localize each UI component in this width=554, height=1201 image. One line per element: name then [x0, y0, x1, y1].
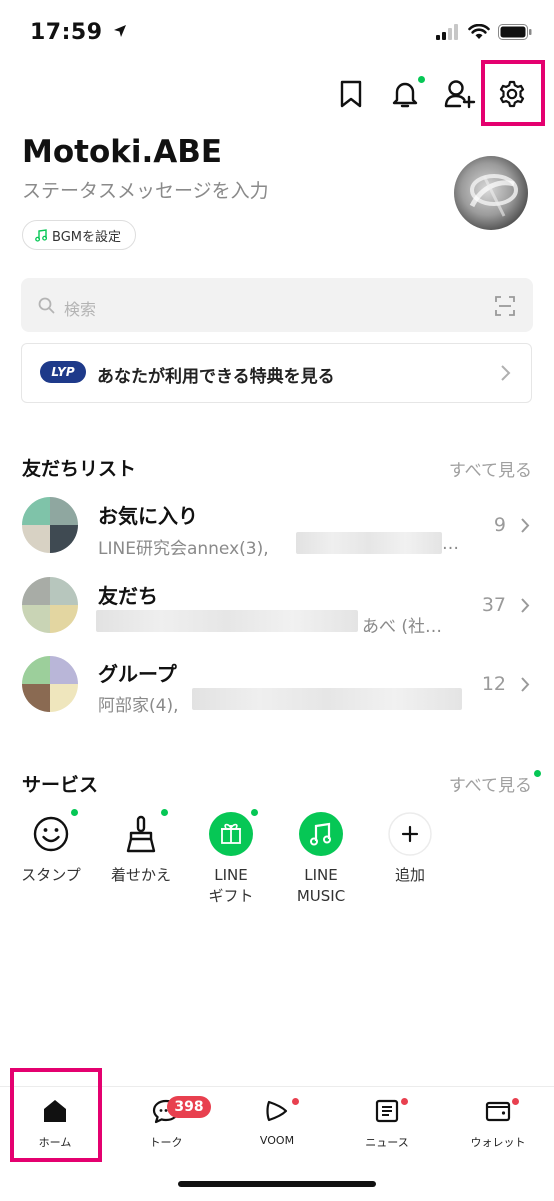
- add-friend-button[interactable]: [440, 74, 480, 114]
- notifications-button[interactable]: [385, 74, 425, 114]
- cellular-signal-icon: [436, 24, 458, 40]
- service-add-label: 追加: [394, 866, 425, 884]
- news-icon: [375, 1099, 399, 1123]
- music-icon: [299, 812, 343, 856]
- status-message-input[interactable]: ステータスメッセージを入力: [22, 176, 269, 203]
- music-note-icon: [35, 228, 47, 242]
- tab-wallet-label: ウォレット: [470, 1136, 526, 1149]
- location-arrow-icon: [113, 25, 126, 37]
- redacted-text: [296, 532, 442, 554]
- new-dot: [401, 1098, 408, 1105]
- search-icon: [38, 297, 55, 314]
- notification-dot: [418, 76, 425, 83]
- groups-count: 12: [481, 673, 506, 695]
- friends-avatar: [22, 577, 78, 633]
- redacted-text: [192, 688, 462, 710]
- new-dot: [512, 1098, 519, 1105]
- services-section-title: サービス: [22, 774, 99, 796]
- chevron-right-icon: [521, 598, 530, 613]
- settings-highlight-box: [481, 60, 545, 126]
- unread-badge: 398: [167, 1096, 211, 1118]
- new-dot: [292, 1098, 299, 1105]
- service-line-music[interactable]: LINE MUSIC: [281, 811, 361, 907]
- new-dot: [161, 809, 168, 816]
- tab-wallet[interactable]: ウォレット: [448, 1098, 548, 1150]
- bookmark-icon: [340, 80, 362, 108]
- service-theme-label: 着せかえ: [110, 866, 171, 884]
- tab-talk-label: トーク: [149, 1136, 183, 1149]
- service-music-label: LINE MUSIC: [296, 866, 346, 905]
- status-indicators: [436, 24, 532, 40]
- bell-icon: [392, 82, 418, 108]
- friends-see-all-link[interactable]: すべて見る: [449, 456, 532, 481]
- service-stamp-label: スタンプ: [21, 866, 81, 884]
- bgm-label: BGMを設定: [52, 229, 121, 245]
- lyp-logo: LYP: [40, 361, 86, 383]
- bgm-button[interactable]: BGMを設定: [22, 220, 136, 250]
- smiley-icon: [33, 816, 69, 852]
- friends-count: 37: [481, 594, 506, 616]
- gift-icon: [209, 812, 253, 856]
- chevron-right-icon: [521, 677, 530, 692]
- favorites-title: お気に入り: [98, 504, 198, 528]
- battery-icon: [498, 24, 532, 40]
- service-gift-label: LINE ギフト: [208, 866, 254, 905]
- profile-name[interactable]: Motoki.ABE: [22, 134, 222, 170]
- favorites-subtitle: LINE研究会annex(3),: [98, 539, 269, 559]
- wallet-icon: [485, 1101, 511, 1122]
- promo-text: あなたが利用できる特典を見る: [97, 367, 335, 387]
- groups-subtitle: 阿部家(4),: [98, 696, 179, 716]
- profile-avatar[interactable]: [454, 156, 528, 230]
- friends-title: 友だち: [98, 584, 158, 608]
- groups-avatar: [22, 656, 78, 712]
- qr-scan-icon[interactable]: [495, 296, 515, 316]
- groups-title: グループ: [98, 662, 177, 686]
- service-stamp[interactable]: スタンプ: [11, 809, 91, 886]
- search-placeholder: 検索: [64, 300, 97, 319]
- new-dot: [251, 809, 258, 816]
- service-line-gift[interactable]: LINE ギフト: [191, 809, 271, 907]
- new-dot: [534, 770, 541, 777]
- bookmark-button[interactable]: [331, 74, 371, 114]
- plus-icon: [388, 812, 432, 856]
- chevron-right-icon: [501, 365, 511, 381]
- service-add[interactable]: 追加: [370, 811, 450, 886]
- wifi-icon: [468, 24, 490, 39]
- tab-voom[interactable]: VOOM: [227, 1098, 327, 1147]
- new-dot: [71, 809, 78, 816]
- tab-news[interactable]: ニュース: [337, 1098, 437, 1150]
- redacted-text: [96, 610, 358, 632]
- chevron-right-icon: [521, 518, 530, 533]
- profile-photo: [469, 174, 518, 217]
- favorites-count: 9: [493, 514, 506, 536]
- home-indicator: [178, 1181, 376, 1187]
- list-item-favorites[interactable]: [0, 492, 554, 560]
- voom-icon: [266, 1100, 288, 1122]
- friends-section-title: 友だちリスト: [22, 458, 137, 480]
- tab-news-label: ニュース: [365, 1136, 409, 1149]
- add-friend-icon: [444, 80, 476, 109]
- services-see-all-link[interactable]: すべて見る: [449, 771, 532, 796]
- search-bar[interactable]: [21, 278, 533, 332]
- tab-voom-label: VOOM: [259, 1134, 295, 1147]
- favorites-subtitle-ellipsis: …: [442, 534, 459, 554]
- status-time: 17:59: [30, 20, 127, 45]
- service-theme[interactable]: 着せかえ: [101, 809, 181, 886]
- favorites-avatar: [22, 497, 78, 553]
- brush-icon: [126, 815, 156, 853]
- friends-subtitle: あべ (社…: [362, 617, 443, 637]
- home-tab-highlight-box: [10, 1068, 102, 1162]
